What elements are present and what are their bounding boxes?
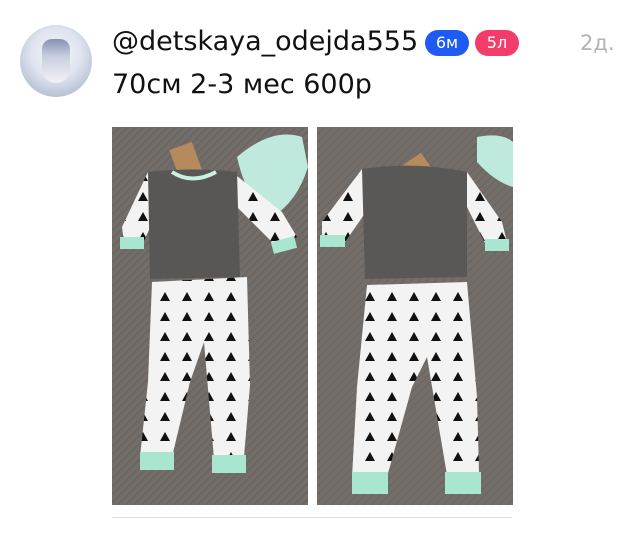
post-caption: 70см 2-3 мес 600р (112, 69, 372, 100)
avatar[interactable] (20, 25, 92, 97)
post-card: @detskaya_odejda555 6м 5л 2д. 70см 2-3 м… (0, 0, 640, 560)
months-badge: 6м (425, 30, 469, 56)
likes-badge: 5л (475, 30, 519, 56)
post-photo-front[interactable] (112, 127, 308, 505)
avatar-image (42, 39, 70, 83)
username[interactable]: @detskaya_odejda555 (112, 25, 418, 59)
divider (112, 517, 512, 518)
post-photo-back[interactable] (317, 127, 513, 505)
outfit-back-image (317, 127, 513, 505)
outfit-front-image (112, 127, 308, 505)
timestamp: 2д. (580, 31, 615, 55)
